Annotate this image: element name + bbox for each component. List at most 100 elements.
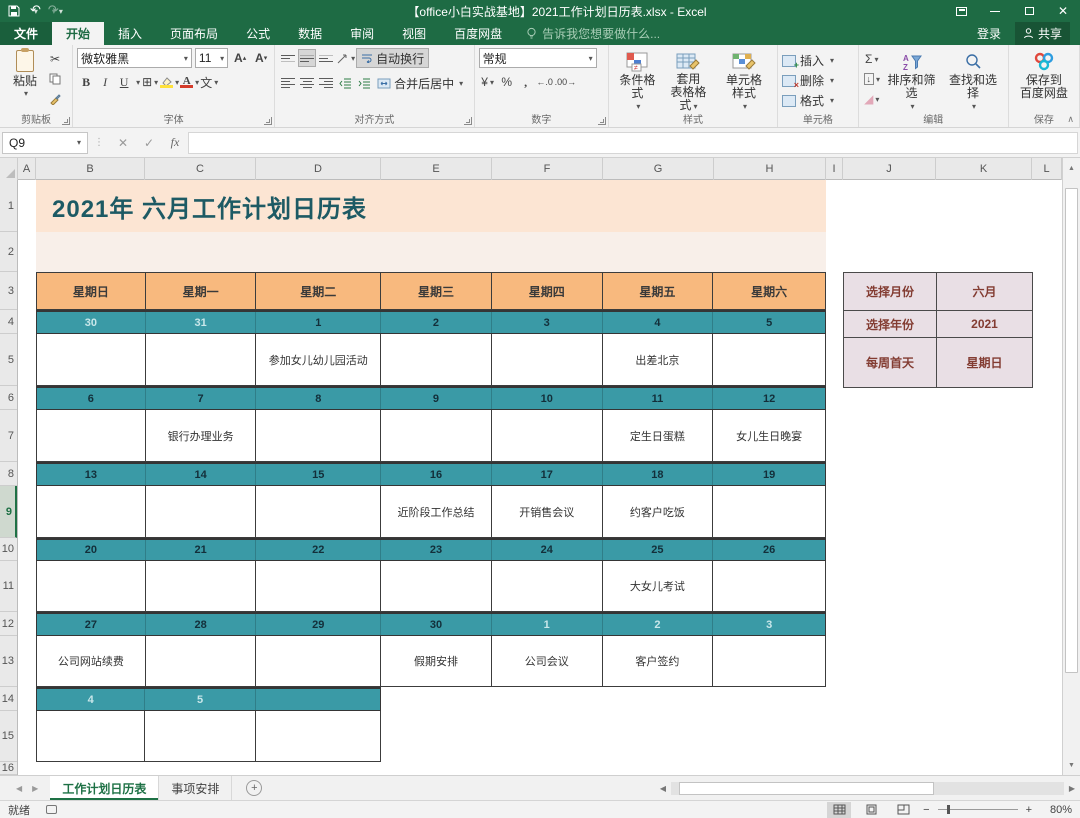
bold-button[interactable]: B (77, 73, 95, 91)
event-cell[interactable]: 公司会议 (492, 636, 603, 686)
row-header-11[interactable]: 11 (0, 561, 17, 612)
confirm-entry-button[interactable]: ✓ (136, 136, 162, 150)
zoom-out-button[interactable]: − (923, 804, 929, 816)
next-sheet-button[interactable]: ▶ (32, 784, 38, 793)
empty-event-cell[interactable] (146, 636, 257, 686)
date-cell[interactable]: 21 (146, 540, 257, 560)
date-cell[interactable]: 25 (603, 540, 714, 560)
scroll-down-button[interactable]: ▼ (1063, 755, 1080, 775)
date-cell[interactable]: 22 (256, 540, 381, 560)
scroll-up-button[interactable]: ▲ (1063, 158, 1080, 178)
select-all-button[interactable] (0, 158, 18, 180)
empty-event-cell[interactable] (37, 561, 146, 611)
format-as-table-button[interactable]: 套用 表格格式▾ (662, 48, 715, 113)
event-cell[interactable]: 参加女儿幼儿园活动 (256, 334, 381, 385)
cell-styles-button[interactable]: 单元格样式 ▾ (715, 48, 773, 113)
panel-value[interactable]: 六月 (937, 273, 1032, 310)
empty-event-cell[interactable] (492, 561, 603, 611)
formula-input[interactable] (188, 132, 1078, 154)
weekday-header[interactable]: 星期四 (492, 273, 603, 309)
date-cell[interactable]: 5 (713, 312, 825, 333)
date-cell[interactable]: 10 (492, 388, 603, 409)
phonetic-guide-button[interactable]: 文▾ (200, 73, 218, 91)
center-button[interactable] (298, 74, 316, 92)
zoom-slider[interactable] (938, 809, 1018, 810)
event-cell[interactable]: 约客户吃饭 (603, 486, 714, 537)
weekday-header[interactable]: 星期日 (37, 273, 146, 309)
ribbon-tab-百度网盘[interactable]: 百度网盘 (440, 22, 516, 45)
column-header-H[interactable]: H (714, 158, 826, 180)
scroll-left-button[interactable]: ◀ (655, 784, 671, 793)
vertical-scrollbar[interactable]: ▲ ▼ (1062, 158, 1080, 775)
empty-event-cell[interactable] (146, 486, 257, 537)
event-cell[interactable]: 近阶段工作总结 (381, 486, 492, 537)
copy-button[interactable] (46, 70, 64, 88)
date-cell[interactable]: 29 (256, 614, 381, 635)
date-cell[interactable]: 3 (492, 312, 603, 333)
date-cell[interactable]: 23 (381, 540, 492, 560)
column-header-G[interactable]: G (603, 158, 714, 180)
weekday-header[interactable]: 星期三 (381, 273, 492, 309)
fill-color-button[interactable]: ▾ (160, 73, 179, 91)
empty-event-cell[interactable] (146, 334, 257, 385)
event-cell[interactable]: 定生日蛋糕 (603, 410, 714, 461)
date-cell[interactable] (256, 689, 380, 710)
date-cell[interactable]: 12 (713, 388, 825, 409)
horizontal-scrollbar[interactable]: ◀ ▶ (655, 776, 1080, 800)
vertical-scroll-thumb[interactable] (1065, 188, 1078, 673)
close-button[interactable]: ✕ (1046, 0, 1080, 22)
empty-event-cell[interactable] (713, 561, 825, 611)
event-cell[interactable]: 出差北京 (603, 334, 714, 385)
empty-event-cell[interactable] (256, 410, 381, 461)
minimize-button[interactable] (978, 0, 1012, 22)
date-cell[interactable]: 16 (381, 464, 492, 485)
date-cell[interactable]: 27 (37, 614, 146, 635)
horizontal-scroll-thumb[interactable] (679, 782, 934, 795)
date-cell[interactable]: 30 (37, 312, 146, 333)
weekday-header[interactable]: 星期一 (146, 273, 257, 309)
shrink-font-button[interactable]: A▾ (252, 49, 270, 67)
column-header-F[interactable]: F (492, 158, 603, 180)
date-cell[interactable]: 13 (37, 464, 146, 485)
column-header-J[interactable]: J (843, 158, 936, 180)
name-box[interactable]: Q9▾ (2, 132, 88, 154)
underline-button[interactable]: U (115, 73, 133, 91)
empty-event-cell[interactable] (37, 410, 146, 461)
empty-event-cell[interactable] (381, 410, 492, 461)
align-right-button[interactable] (317, 74, 335, 92)
ribbon-tab-插入[interactable]: 插入 (104, 22, 156, 45)
font-color-button[interactable]: A▾ (180, 73, 199, 91)
date-cell[interactable]: 20 (37, 540, 146, 560)
clear-button[interactable]: ◢▾ (863, 90, 881, 108)
font-size-combo[interactable]: 11▾ (195, 48, 228, 68)
alignment-dialog-launcher[interactable] (464, 117, 472, 125)
date-cell[interactable]: 26 (713, 540, 825, 560)
calendar-title-underband[interactable] (36, 232, 826, 272)
find-select-button[interactable]: 查找和选择 ▾ (942, 48, 1004, 113)
row-header-6[interactable]: 6 (0, 386, 17, 410)
date-cell[interactable]: 4 (603, 312, 714, 333)
grow-font-button[interactable]: A▴ (231, 49, 249, 67)
merge-center-button[interactable]: 合并后居中▾ (374, 73, 466, 93)
autosum-button[interactable]: Σ▾ (863, 50, 881, 68)
zoom-slider-thumb[interactable] (947, 805, 950, 814)
date-cell[interactable]: 28 (146, 614, 257, 635)
ribbon-tab-公式[interactable]: 公式 (232, 22, 284, 45)
event-cell[interactable]: 假期安排 (381, 636, 492, 686)
format-painter-button[interactable] (46, 90, 64, 108)
insert-cells-button[interactable]: + 插入▾ (782, 52, 854, 69)
date-cell[interactable]: 2 (603, 614, 714, 635)
number-format-combo[interactable]: 常规▾ (479, 48, 597, 68)
font-dialog-launcher[interactable] (264, 117, 272, 125)
column-header-L[interactable]: L (1032, 158, 1062, 180)
row-header-2[interactable]: 2 (0, 232, 17, 272)
date-cell[interactable]: 18 (603, 464, 714, 485)
share-button[interactable]: 共享 (1015, 22, 1070, 45)
row-header-5[interactable]: 5 (0, 334, 17, 386)
comma-style-button[interactable]: , (517, 73, 535, 91)
date-cell[interactable]: 8 (256, 388, 381, 409)
middle-align-button[interactable] (298, 49, 316, 67)
cancel-entry-button[interactable]: ✕ (110, 136, 136, 150)
date-cell[interactable]: 11 (603, 388, 714, 409)
number-dialog-launcher[interactable] (598, 117, 606, 125)
